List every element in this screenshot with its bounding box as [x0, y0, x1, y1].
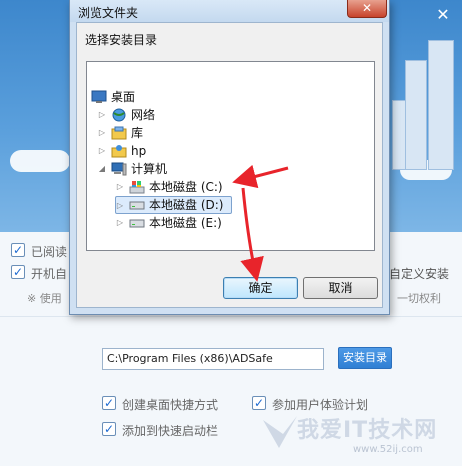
- agree-label: 已阅读: [31, 245, 68, 259]
- autostart-label: 开机自: [31, 267, 68, 281]
- expand-icon[interactable]: ▷: [115, 178, 125, 196]
- expand-icon[interactable]: ▷: [115, 197, 125, 215]
- expand-icon[interactable]: ▷: [97, 124, 107, 142]
- autostart-checkbox[interactable]: ✓: [11, 265, 25, 279]
- building-shape: [428, 40, 454, 170]
- installer-close-icon[interactable]: ✕: [434, 6, 452, 24]
- browse-folder-dialog: 浏览文件夹 ✕ 选择安装目录 桌面 ▷ 网络 ▷ 库 ▷ hp ◢ 计算机 ▷ …: [69, 0, 390, 315]
- dialog-client: 选择安装目录 桌面 ▷ 网络 ▷ 库 ▷ hp ◢ 计算机 ▷ 本地磁盘 (C:…: [76, 22, 383, 308]
- usage-note: ※ 使用: [27, 292, 62, 305]
- desktop-shortcut-label: 创建桌面快捷方式: [122, 398, 219, 412]
- tree-item-computer[interactable]: ◢ 计算机: [97, 160, 187, 178]
- tree-item-label: 计算机: [131, 162, 168, 176]
- collapse-icon[interactable]: ◢: [97, 160, 107, 178]
- desktop-icon: [91, 90, 107, 103]
- building-shape: [392, 100, 406, 170]
- user-folder-icon: [111, 145, 127, 158]
- custom-install-link[interactable]: 自定义安装: [389, 265, 449, 282]
- tree-item-library[interactable]: ▷ 库: [97, 124, 177, 142]
- quicklaunch-checkbox[interactable]: ✓: [102, 422, 116, 436]
- install-path-input[interactable]: C:\Program Files (x86)\ADSafe: [102, 348, 324, 370]
- system-drive-icon: [129, 181, 145, 194]
- folder-tree[interactable]: 桌面 ▷ 网络 ▷ 库 ▷ hp ◢ 计算机 ▷ 本地磁盘 (C:) ▷ 本地磁…: [86, 61, 375, 251]
- install-dir-button[interactable]: 安装目录: [338, 347, 392, 369]
- tree-item-network[interactable]: ▷ 网络: [97, 106, 177, 124]
- cancel-button[interactable]: 取消: [303, 277, 378, 299]
- expand-icon[interactable]: ▷: [115, 214, 125, 232]
- network-icon: [112, 108, 126, 122]
- watermark-text: 我爱IT技术网: [297, 418, 438, 443]
- desktop-shortcut-checkbox[interactable]: ✓: [102, 396, 116, 410]
- tree-item-label: 本地磁盘 (D:): [149, 198, 224, 212]
- ok-button[interactable]: 确定: [223, 277, 298, 299]
- computer-icon: [111, 162, 127, 176]
- tree-item-drive-e[interactable]: ▷ 本地磁盘 (E:): [115, 214, 235, 232]
- tree-item-label: 库: [131, 126, 144, 140]
- dialog-instruction: 选择安装目录: [85, 33, 158, 47]
- tree-item-drive-d[interactable]: ▷ 本地磁盘 (D:): [115, 196, 232, 214]
- drive-icon: [129, 201, 145, 210]
- dialog-title: 浏览文件夹: [78, 6, 139, 20]
- tree-item-label: 本地磁盘 (C:): [149, 180, 223, 194]
- building-shape: [405, 60, 427, 170]
- watermark-logo-icon: [263, 416, 297, 448]
- drive-icon: [129, 219, 145, 228]
- tree-item-label: hp: [131, 144, 147, 158]
- tree-item-drive-c[interactable]: ▷ 本地磁盘 (C:): [115, 178, 235, 196]
- library-icon: [111, 126, 127, 140]
- expand-icon[interactable]: ▷: [97, 142, 107, 160]
- cloud-shape: [10, 150, 70, 172]
- expand-icon[interactable]: ▷: [97, 106, 107, 124]
- watermark: 我爱IT技术网 www.52ij.com: [255, 408, 462, 466]
- dialog-close-button[interactable]: ✕: [347, 0, 387, 18]
- agree-checkbox[interactable]: ✓: [11, 243, 25, 257]
- watermark-url: www.52ij.com: [353, 444, 423, 455]
- tree-item-label: 桌面: [111, 90, 136, 104]
- quicklaunch-label: 添加到快速启动栏: [122, 424, 219, 438]
- tree-item-hp[interactable]: ▷ hp: [97, 142, 177, 160]
- divider: [0, 316, 462, 317]
- tree-item-desktop[interactable]: 桌面: [91, 88, 171, 106]
- tree-item-label: 本地磁盘 (E:): [149, 216, 222, 230]
- rights-text: 一切权利: [397, 292, 441, 305]
- tree-item-label: 网络: [131, 108, 156, 122]
- dialog-titlebar[interactable]: 浏览文件夹 ✕: [70, 0, 389, 22]
